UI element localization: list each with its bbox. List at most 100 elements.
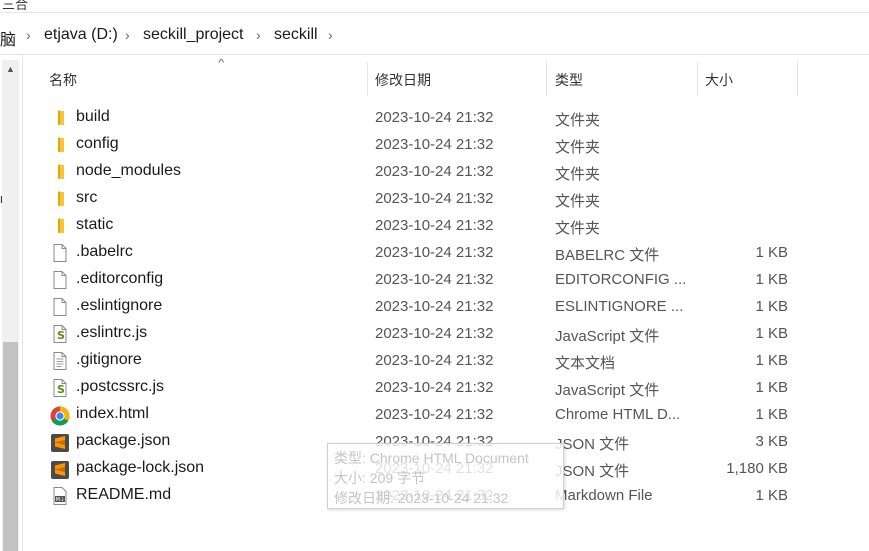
file-type: JSON 文件 <box>555 463 630 480</box>
tooltip-date: 修改日期: 2023-10-24 21:32 <box>334 490 509 506</box>
file-modified-date: 2023-10-24 21:32 <box>375 298 494 315</box>
file-modified-date: 2023-10-24 21:32 <box>375 136 494 153</box>
svg-text:M↓: M↓ <box>56 497 65 503</box>
file-row[interactable]: S .eslintrc.js 2023-10-24 21:32 JavaScript … <box>44 320 804 347</box>
file-name: .postcssrc.js <box>76 378 165 395</box>
file-modified-date: 2023-10-24 21:32 <box>375 406 494 423</box>
file-size: 1 KB <box>755 406 788 423</box>
file-type: BABELRC 文件 <box>555 247 660 264</box>
file-size: 1 KB <box>755 271 788 288</box>
file-icon <box>50 298 70 316</box>
file-name: index.html <box>76 405 149 422</box>
file-type: JavaScript 文件 <box>555 328 660 345</box>
file-name: README.md <box>76 486 172 503</box>
file-size: 1 KB <box>755 379 788 396</box>
file-size: 1 KB <box>755 352 788 369</box>
breadcrumb-drive[interactable]: etjava (D:) <box>44 26 118 44</box>
file-type: Markdown File <box>555 487 653 504</box>
file-name: .eslintignore <box>76 297 163 314</box>
chevron-right-icon[interactable]: › <box>125 27 130 43</box>
file-row[interactable]: config 2023-10-24 21:32 文件夹 <box>44 131 804 158</box>
file-row[interactable]: .gitignore 2023-10-24 21:32 文本文档 1 KB <box>44 347 804 374</box>
file-icon <box>50 244 70 262</box>
window-top-strip: 三合 <box>0 0 869 13</box>
column-header: ^ 名称 修改日期 类型 大小 <box>22 56 869 100</box>
file-name: src <box>76 189 98 206</box>
file-size: 1,180 KB <box>726 460 788 477</box>
folder-icon <box>50 136 70 154</box>
svg-text:S: S <box>57 329 65 342</box>
file-name: build <box>76 108 110 125</box>
file-row[interactable]: .editorconfig 2023-10-24 21:32 EDITORCONFI… <box>44 266 804 293</box>
file-row[interactable]: .babelrc 2023-10-24 21:32 BABELRC 文件 1 KB <box>44 239 804 266</box>
breadcrumb-current-folder[interactable]: seckill <box>274 26 318 44</box>
file-modified-date: 2023-10-24 21:32 <box>375 352 494 369</box>
file-modified-date: 2023-10-24 21:32 <box>375 109 494 126</box>
text-file-icon <box>50 352 70 370</box>
file-modified-date: 2023-10-24 21:32 <box>375 244 494 261</box>
chevron-right-icon[interactable]: › <box>328 27 333 43</box>
file-type: 文件夹 <box>555 112 601 129</box>
file-type: ESLINTIGNORE ... <box>555 298 684 315</box>
file-size: 1 KB <box>755 298 788 315</box>
file-name: .editorconfig <box>76 270 164 287</box>
file-row[interactable]: S .postcssrc.js 2023-10-24 21:32 JavaScript… <box>44 374 804 401</box>
file-modified-date: 2023-10-24 21:32 <box>375 271 494 288</box>
file-type: EDITORCONFIG ... <box>555 271 687 288</box>
column-header-name[interactable]: 名称 <box>49 70 77 90</box>
file-info-tooltip: 类型: Chrome HTML Document 大小: 209 字节 修改日期… <box>327 443 564 509</box>
address-bar[interactable]: 脑 › etjava (D:) › seckill_project › seck… <box>0 18 869 55</box>
file-size: 3 KB <box>755 433 788 450</box>
file-row[interactable]: static 2023-10-24 21:32 文件夹 <box>44 212 804 239</box>
file-row[interactable]: build 2023-10-24 21:32 文件夹 <box>44 104 804 131</box>
file-row[interactable]: node_modules 2023-10-24 21:32 文件夹 <box>44 158 804 185</box>
file-modified-date: 2023-10-24 21:32 <box>375 217 494 234</box>
file-name: .babelrc <box>76 243 133 260</box>
file-type: 文件夹 <box>555 166 601 183</box>
file-size: 1 KB <box>755 487 788 504</box>
folder-icon <box>50 163 70 181</box>
file-size: 1 KB <box>755 325 788 342</box>
file-size: 1 KB <box>755 244 788 261</box>
chevron-right-icon[interactable]: › <box>256 27 261 43</box>
file-type: JSON 文件 <box>555 436 630 453</box>
sublime-icon <box>50 460 70 479</box>
file-name: config <box>76 135 119 152</box>
js-file-icon: S <box>50 325 70 343</box>
sublime-icon <box>50 433 70 452</box>
scroll-up-arrow-icon[interactable]: ▲ <box>2 62 19 76</box>
navigation-scrollbar[interactable]: ▲ <box>2 60 19 551</box>
chevron-right-icon[interactable]: › <box>26 27 31 43</box>
truncated-title-fragment: 三合 <box>2 0 29 12</box>
file-row[interactable]: src 2023-10-24 21:32 文件夹 <box>44 185 804 212</box>
column-header-type[interactable]: 类型 <box>555 70 583 90</box>
file-modified-date: 2023-10-24 21:32 <box>375 190 494 207</box>
file-type: 文件夹 <box>555 193 601 210</box>
file-type: 文本文档 <box>555 355 616 372</box>
file-type: Chrome HTML D... <box>555 406 681 423</box>
breadcrumb-project[interactable]: seckill_project <box>143 26 243 44</box>
file-name: package-lock.json <box>76 459 205 476</box>
file-modified-date: 2023-10-24 21:32 <box>375 163 494 180</box>
file-type: JavaScript 文件 <box>555 382 660 399</box>
file-name: .eslintrc.js <box>76 324 148 341</box>
column-divider[interactable] <box>697 62 698 96</box>
column-header-modified[interactable]: 修改日期 <box>375 70 431 90</box>
file-row[interactable]: .eslintignore 2023-10-24 21:32 ESLINTIGNOR… <box>44 293 804 320</box>
file-name: static <box>76 216 114 233</box>
file-row[interactable]: index.html 2023-10-24 21:32 Chrome HTML D.… <box>44 401 804 428</box>
file-name: node_modules <box>76 162 181 179</box>
file-name: package.json <box>76 432 171 449</box>
file-modified-date: 2023-10-24 21:32 <box>375 379 494 396</box>
tooltip-type: 类型: Chrome HTML Document <box>334 450 529 466</box>
column-divider[interactable] <box>367 62 368 96</box>
folder-icon <box>50 190 70 208</box>
column-divider[interactable] <box>546 62 547 96</box>
sort-ascending-icon: ^ <box>218 58 225 69</box>
file-name: .gitignore <box>76 351 142 368</box>
column-header-size[interactable]: 大小 <box>705 70 733 90</box>
breadcrumb-this-pc[interactable]: 脑 <box>0 26 16 50</box>
folder-icon <box>50 217 70 235</box>
scrollbar-thumb[interactable] <box>3 342 18 551</box>
column-divider[interactable] <box>797 62 798 96</box>
